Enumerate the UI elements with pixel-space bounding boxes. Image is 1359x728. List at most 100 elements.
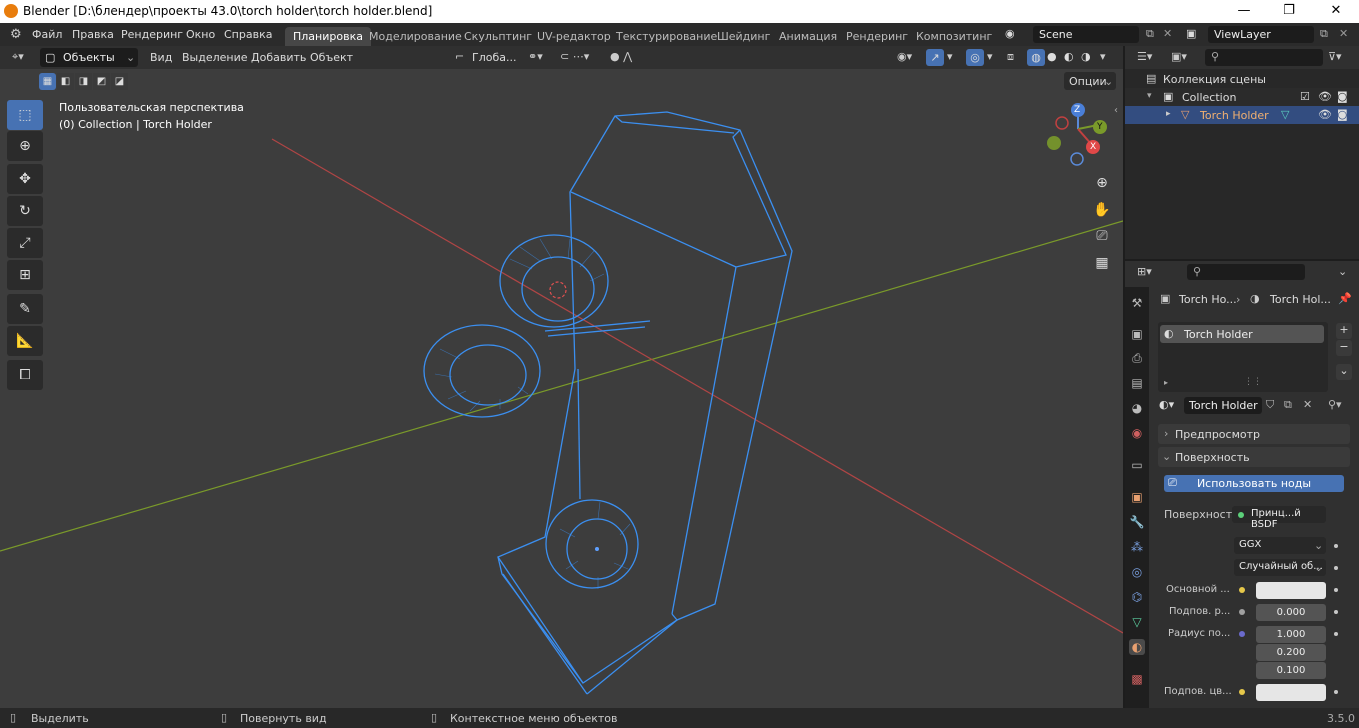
keyframe-dot-icon[interactable] — [1334, 690, 1338, 694]
subsurface-method-dropdown[interactable]: Случайный об... ⌄ — [1234, 559, 1326, 576]
proportional-editing-icon[interactable]: ● ⋀ — [610, 50, 632, 63]
scene-tab-icon[interactable]: ◕ — [1129, 400, 1145, 416]
keyframe-dot-icon[interactable] — [1334, 566, 1338, 570]
rendered-shading-icon[interactable]: ◑ — [1081, 50, 1091, 63]
menu-object[interactable]: Объект — [310, 51, 353, 64]
world-tab-icon[interactable]: ◉ — [1129, 425, 1145, 441]
eye-icon[interactable]: 👁 — [1318, 108, 1332, 121]
scale-tool[interactable]: ⤢ — [7, 228, 43, 258]
tab-modeling[interactable]: Моделирование — [369, 27, 462, 46]
mode-selector[interactable]: ▢ Объекты ⌄ — [40, 48, 138, 67]
value-socket-icon[interactable] — [1239, 609, 1245, 615]
delete-scene-icon[interactable]: ✕ — [1163, 27, 1172, 40]
options-chevron-icon[interactable]: ⌄ — [1338, 265, 1347, 278]
minimize-button[interactable]: — — [1221, 0, 1267, 23]
rotate-tool[interactable]: ↻ — [7, 196, 43, 226]
display-mode-icon[interactable]: ▣▾ — [1171, 50, 1187, 63]
output-tab-icon[interactable]: ⎙ — [1129, 350, 1145, 366]
list-expand-icon[interactable]: ▸ — [1164, 378, 1168, 387]
browse-material-icon[interactable]: ◐▾ — [1159, 398, 1174, 411]
resize-grip-icon[interactable]: ⋮⋮ — [1244, 377, 1262, 387]
options-dropdown[interactable]: Опции ⌄ — [1064, 72, 1116, 90]
physics-tab-icon[interactable]: ◎ — [1129, 564, 1145, 580]
wireframe-shading-icon[interactable]: ◍ — [1027, 49, 1045, 66]
add-cube-tool[interactable]: ⧠ — [7, 360, 43, 390]
material-name-field[interactable]: Torch Holder — [1184, 397, 1262, 414]
view-layer-selector[interactable]: ViewLayer — [1208, 26, 1314, 43]
outliner-row-collection[interactable]: ▾ ▣ Collection ☑ 👁 ◙ — [1125, 88, 1359, 106]
delete-view-layer-icon[interactable]: ✕ — [1339, 27, 1348, 40]
eye-icon[interactable]: 👁 — [1318, 90, 1332, 103]
new-view-layer-icon[interactable]: ⧉ — [1320, 27, 1328, 41]
slot-specials-button[interactable]: ⌄ — [1336, 364, 1352, 380]
render-camera-icon[interactable]: ◙ — [1337, 90, 1348, 103]
filter-icon[interactable]: ⊽▾ — [1328, 50, 1342, 63]
select-box-tool[interactable]: ⬚ — [7, 100, 43, 130]
menu-render[interactable]: Рендеринг — [121, 28, 183, 41]
keyframe-dot-icon[interactable] — [1334, 610, 1338, 614]
use-nodes-button[interactable]: ⎚ Использовать ноды — [1164, 475, 1344, 492]
data-tab-icon[interactable]: ▽ — [1129, 614, 1145, 630]
cursor-tool[interactable]: ⊕ — [7, 131, 43, 161]
subsurface-radius-x-field[interactable]: 1.000 — [1256, 626, 1326, 643]
material-shading-icon[interactable]: ◐ — [1064, 50, 1074, 63]
tab-compositing[interactable]: Композитинг — [916, 27, 992, 46]
menu-edit[interactable]: Правка — [72, 28, 114, 41]
move-tool[interactable]: ✥ — [7, 164, 43, 194]
modifiers-tab-icon[interactable]: 🔧 — [1129, 514, 1145, 530]
base-color-swatch[interactable] — [1256, 582, 1326, 599]
pivot-point-icon[interactable]: ⚭▾ — [528, 50, 543, 63]
gizmo-dropdown-icon[interactable]: ▾ — [947, 50, 953, 63]
menu-window[interactable]: Окно — [186, 28, 215, 41]
zoom-icon[interactable]: ⊕ — [1092, 175, 1112, 195]
unlink-material-icon[interactable]: ✕ — [1303, 398, 1312, 411]
editor-type-icon[interactable]: ⊞▾ — [1137, 265, 1152, 278]
gizmo-toggle-icon[interactable]: ↗ — [926, 49, 944, 66]
select-intersect-icon[interactable]: ◪ — [111, 73, 128, 90]
pan-hand-icon[interactable]: ✋ — [1092, 202, 1112, 222]
tab-layout[interactable]: Планировка — [285, 27, 371, 46]
tab-sculpting[interactable]: Скульптинг — [464, 27, 532, 46]
view-layer-tab-icon[interactable]: ▤ — [1129, 375, 1145, 391]
xray-icon[interactable]: ⧈ — [1007, 50, 1014, 64]
transform-tool[interactable]: ⊞ — [7, 260, 43, 290]
select-new-icon[interactable]: ▦ — [39, 73, 56, 90]
editor-type-icon[interactable]: ⌖▾ — [12, 50, 24, 64]
3d-viewport[interactable]: Пользовательская перспектива (0) Collect… — [0, 69, 1123, 708]
sidebar-toggle-icon[interactable]: ‹ — [1114, 105, 1118, 116]
select-subtract-icon[interactable]: ◨ — [75, 73, 92, 90]
subsurface-color-swatch[interactable] — [1256, 684, 1326, 701]
subsurface-radius-y-field[interactable]: 0.200 — [1256, 644, 1326, 661]
add-slot-button[interactable]: + — [1336, 323, 1352, 339]
duplicate-material-icon[interactable]: ⧉ — [1284, 398, 1292, 412]
subsurface-radius-z-field[interactable]: 0.100 — [1256, 662, 1326, 679]
scene-selector[interactable]: Scene — [1033, 26, 1139, 43]
particles-tab-icon[interactable]: ⁂ — [1129, 539, 1145, 555]
exclude-checkbox-icon[interactable]: ☑ — [1300, 90, 1310, 103]
surface-shader-field[interactable]: Принц...й BSDF — [1232, 506, 1326, 530]
link-mode-icon[interactable]: ⚲▾ — [1328, 398, 1342, 411]
tool-tab-icon[interactable]: ⚒ — [1129, 295, 1145, 311]
blender-menu-icon[interactable]: ⚙ — [10, 27, 22, 42]
tab-texture-paint[interactable]: Текстурирование — [616, 27, 717, 46]
material-slot-item[interactable]: ◐ Torch Holder — [1160, 325, 1324, 343]
keyframe-dot-icon[interactable] — [1334, 588, 1338, 592]
texture-tab-icon[interactable]: ▩ — [1129, 671, 1145, 687]
pin-icon[interactable]: 📌 — [1338, 292, 1352, 305]
outliner-row-torch-holder[interactable]: ▸ ▽ Torch Holder ▽ 👁 ◙ — [1125, 106, 1359, 124]
grid-perspective-icon[interactable]: ▦ — [1092, 255, 1112, 275]
menu-file[interactable]: Файл — [32, 28, 62, 41]
measure-tool[interactable]: 📐 — [7, 326, 43, 356]
camera-icon[interactable]: ⎚ — [1092, 228, 1112, 248]
shading-dropdown-icon[interactable]: ▾ — [1100, 50, 1106, 63]
color-socket-icon[interactable] — [1239, 689, 1245, 695]
scene-icon[interactable]: ◉ — [1005, 27, 1015, 40]
outliner-search-input[interactable]: ⚲ — [1205, 49, 1323, 66]
collection-tab-icon[interactable]: ▭ — [1129, 457, 1145, 473]
tab-uv-editing[interactable]: UV-редактор — [537, 27, 611, 46]
menu-view[interactable]: Вид — [150, 51, 172, 64]
color-socket-icon[interactable] — [1239, 587, 1245, 593]
fake-user-shield-icon[interactable]: ⛉ — [1266, 398, 1274, 412]
tab-rendering[interactable]: Рендеринг — [846, 27, 908, 46]
menu-help[interactable]: Справка — [224, 28, 272, 41]
